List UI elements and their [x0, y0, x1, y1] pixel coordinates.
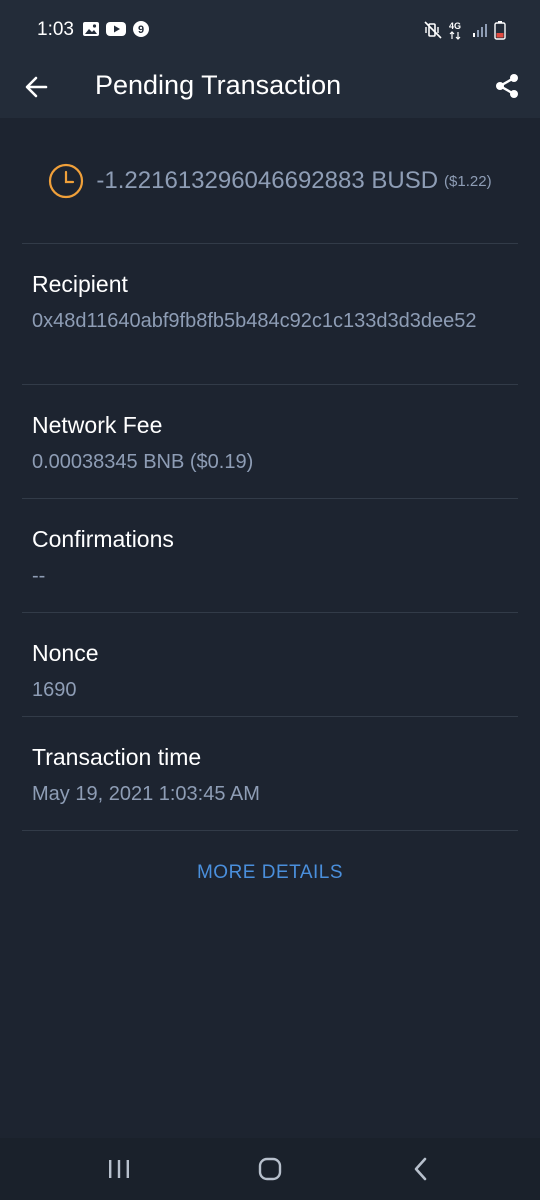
status-bar: 1:03 9 4G [0, 0, 540, 62]
nonce-section: Nonce 1690 [32, 639, 510, 705]
status-icons-right: 4G [424, 20, 506, 45]
amount-value: -1.221613296046692883 BUSD [96, 167, 439, 194]
divider [22, 830, 518, 831]
confirmations-section: Confirmations -- [32, 525, 510, 591]
recent-apps-icon [109, 1160, 129, 1178]
network-fee-section: Network Fee 0.00038345 BNB ($0.19) [32, 411, 510, 477]
share-button[interactable] [492, 66, 522, 106]
svg-text:4G: 4G [449, 21, 461, 31]
amount-row: -1.221613296046692883 BUSD ($1.22) [0, 118, 540, 244]
divider [22, 716, 518, 717]
transaction-time-value: May 19, 2021 1:03:45 AM [32, 783, 260, 805]
recent-apps-button[interactable] [99, 1154, 139, 1184]
amount-fiat-value: ($1.22) [444, 172, 492, 190]
transaction-time-section: Transaction time May 19, 2021 1:03:45 AM [32, 743, 510, 809]
youtube-icon [106, 21, 126, 42]
battery-low-icon [494, 20, 506, 45]
status-time: 1:03 [37, 19, 74, 40]
svg-text:9: 9 [138, 24, 144, 36]
network-fee-value: 0.00038345 BNB ($0.19) [32, 451, 254, 473]
nonce-value: 1690 [32, 679, 77, 701]
divider [22, 243, 518, 244]
app-bar: Pending Transaction [0, 62, 540, 118]
share-icon [496, 74, 518, 98]
recipient-label: Recipient [32, 271, 128, 297]
page-title: Pending Transaction [95, 70, 342, 100]
system-back-button[interactable] [401, 1154, 441, 1184]
back-button[interactable] [22, 67, 52, 107]
transaction-time-label: Transaction time [32, 744, 202, 770]
image-icon [82, 21, 100, 42]
home-icon [258, 1157, 282, 1181]
4g-icon: 4G [448, 20, 466, 45]
mute-vibrate-icon [424, 21, 442, 44]
home-button[interactable] [250, 1154, 290, 1184]
more-details-button[interactable]: MORE DETAILS [0, 862, 540, 884]
clock-icon [49, 163, 84, 199]
confirmations-label: Confirmations [32, 526, 174, 552]
signal-icon [472, 22, 488, 43]
divider [22, 612, 518, 613]
system-nav-bar [0, 1138, 540, 1200]
divider [22, 384, 518, 385]
back-icon [414, 1157, 427, 1181]
nine-badge-icon: 9 [132, 20, 150, 43]
confirmations-value: -- [32, 565, 46, 587]
recipient-section: Recipient 0x48d11640abf9fb8fb5b484c92c1c… [32, 270, 510, 336]
divider [22, 498, 518, 499]
recipient-address[interactable]: 0x48d11640abf9fb8fb5b484c92c1c133d3d3dee… [32, 306, 510, 336]
nonce-label: Nonce [32, 640, 99, 666]
status-icons-left: 9 [82, 20, 150, 43]
network-fee-label: Network Fee [32, 412, 163, 438]
arrow-left-icon [25, 76, 48, 98]
